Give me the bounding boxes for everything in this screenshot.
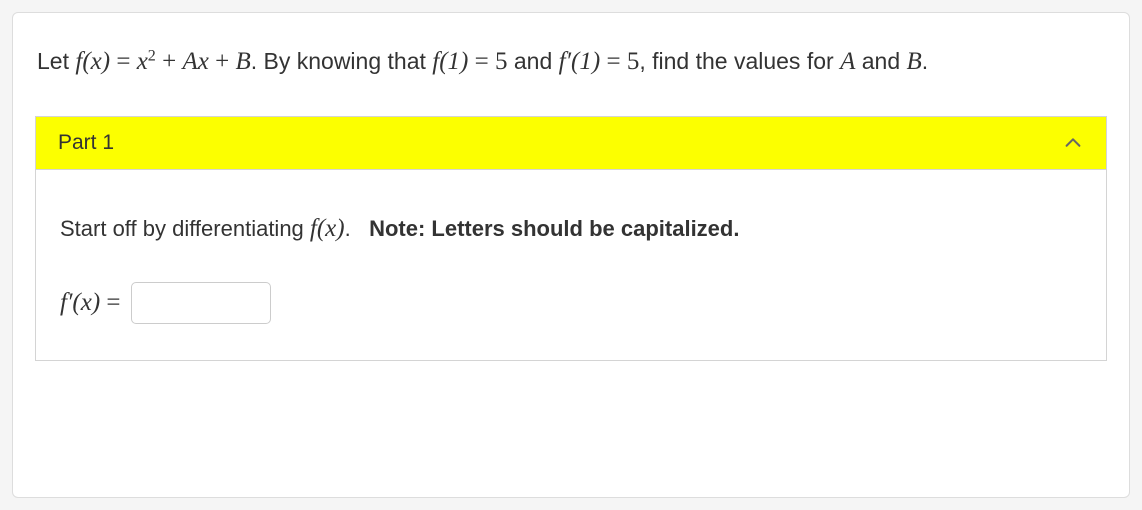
eq1: = <box>110 48 137 75</box>
plus2: + <box>209 48 236 75</box>
cond1-rhs: 5 <box>495 48 508 75</box>
part-container: Part 1 Start off by differentiating f(x)… <box>35 116 1107 361</box>
var-B: B <box>907 48 922 75</box>
question-text: Let f(x) = x2 + Ax + B. By knowing that … <box>37 41 1105 82</box>
cond2-eq: = <box>600 48 627 75</box>
and: and <box>855 48 906 74</box>
question-card: Let f(x) = x2 + Ax + B. By knowing that … <box>12 12 1130 498</box>
text-prefix: Let <box>37 48 75 74</box>
var-A: A <box>840 48 855 75</box>
cond2-rhs: 5 <box>627 48 640 75</box>
middle1: . By knowing that <box>251 48 433 74</box>
suffix: , find the values for <box>639 48 840 74</box>
Ax-term: Ax <box>182 48 208 75</box>
answer-label: f′(x) = <box>60 289 121 317</box>
cond2-lhs: f′(1) <box>559 48 601 75</box>
func-lhs: f(x) <box>75 48 110 75</box>
instruction-period: . <box>345 216 351 241</box>
period: . <box>922 48 928 74</box>
answer-input[interactable] <box>131 282 271 324</box>
instruction-func: f(x) <box>310 215 345 242</box>
cond1-eq: = <box>468 48 495 75</box>
part-header[interactable]: Part 1 <box>36 117 1106 170</box>
middle2: and <box>507 48 558 74</box>
chevron-up-icon <box>1062 132 1084 154</box>
part-instruction: Start off by differentiating f(x). Note:… <box>60 210 1082 248</box>
part-body: Start off by differentiating f(x). Note:… <box>36 170 1106 360</box>
exponent: 2 <box>148 47 156 64</box>
answer-row: f′(x) = <box>60 282 1082 324</box>
instruction-note: Note: Letters should be capitalized. <box>369 216 739 241</box>
instruction-prefix: Start off by differentiating <box>60 216 310 241</box>
part-label: Part 1 <box>58 131 114 155</box>
B-term: B <box>235 48 250 75</box>
cond1-lhs: f(1) <box>432 48 468 75</box>
x-term: x <box>137 48 148 75</box>
plus1: + <box>156 48 183 75</box>
